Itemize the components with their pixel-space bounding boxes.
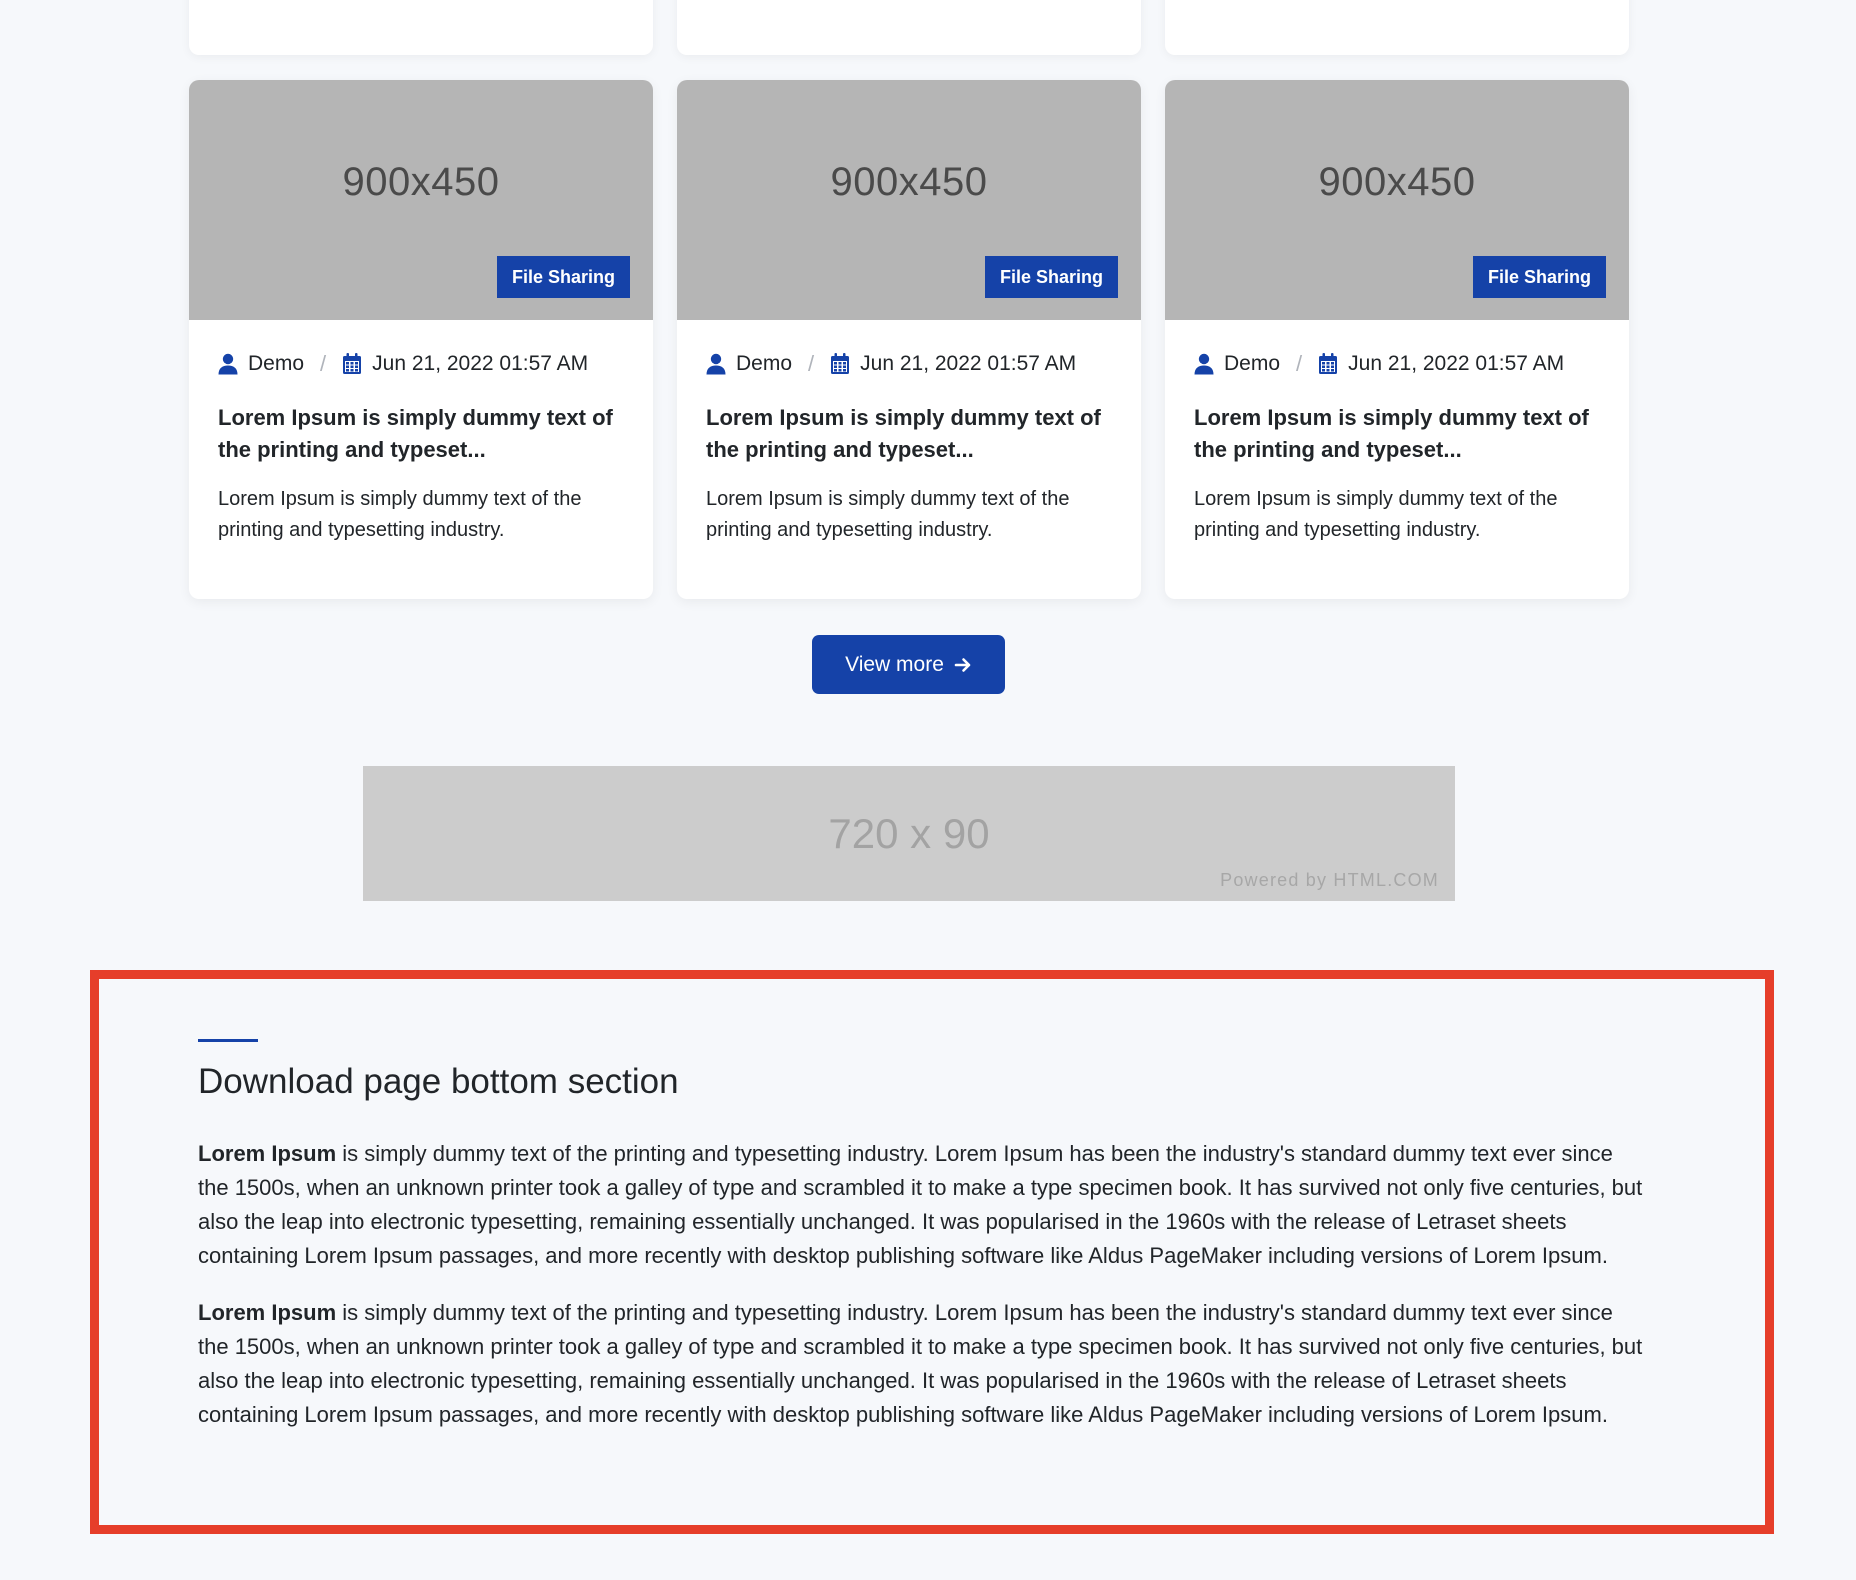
user-icon — [218, 353, 238, 375]
user-icon — [706, 353, 726, 375]
post-excerpt: Lorem Ipsum is simply dummy text of the … — [218, 488, 582, 541]
paragraph-text: is simply dummy text of the printing and… — [198, 1141, 1643, 1268]
paragraph-lead: Lorem Ipsum — [198, 1300, 337, 1325]
paragraph-lead: Lorem Ipsum — [198, 1141, 337, 1166]
post-title[interactable]: Lorem Ipsum is simply dummy text of the … — [1194, 402, 1599, 466]
ad-powered-by: Powered by HTML.COM — [1220, 870, 1439, 890]
user-icon — [1194, 353, 1214, 375]
post-date: Jun 21, 2022 01:57 AM — [1348, 352, 1565, 375]
meta-separator: / — [320, 351, 327, 376]
category-badge[interactable]: File Sharing — [496, 256, 630, 298]
card-image-placeholder[interactable]: 900x450 File Sharing — [189, 80, 653, 320]
arrow-right-icon — [954, 657, 971, 672]
view-more-label: View more — [845, 652, 944, 676]
section-title: Download page bottom section — [198, 1062, 679, 1101]
post-excerpt: Lorem Ipsum is simply dummy text of the … — [1194, 488, 1558, 541]
post-card[interactable]: 900x450 File Sharing Demo / Jun 21, 2022… — [189, 80, 653, 599]
post-title[interactable]: Lorem Ipsum is simply dummy text of the … — [218, 402, 623, 466]
ad-size-label: 720 x 90 — [828, 810, 990, 857]
card-partial[interactable] — [1165, 0, 1629, 55]
card-partial[interactable] — [189, 0, 653, 55]
card-image-placeholder[interactable]: 900x450 File Sharing — [677, 80, 1141, 320]
post-meta: Demo / Jun 21, 2022 01:57 AM — [1194, 350, 1599, 378]
calendar-icon — [831, 353, 850, 374]
meta-separator: / — [808, 351, 815, 376]
post-author[interactable]: Demo — [248, 352, 304, 376]
section-paragraph: Lorem Ipsum is simply dummy text of the … — [198, 1137, 1648, 1273]
paragraph-text: is simply dummy text of the printing and… — [198, 1300, 1643, 1427]
category-badge[interactable]: File Sharing — [1472, 256, 1606, 298]
calendar-icon — [1319, 353, 1338, 374]
view-more-button[interactable]: View more — [812, 635, 1005, 694]
calendar-icon — [343, 353, 362, 374]
post-author[interactable]: Demo — [736, 352, 792, 376]
download-bottom-section: Download page bottom section Lorem Ipsum… — [90, 970, 1774, 1534]
post-excerpt: Lorem Ipsum is simply dummy text of the … — [706, 488, 1070, 541]
post-card[interactable]: 900x450 File Sharing Demo / Jun 21, 2022… — [1165, 80, 1629, 599]
section-paragraph: Lorem Ipsum is simply dummy text of the … — [198, 1296, 1648, 1432]
section-accent-line — [198, 1039, 258, 1042]
meta-separator: / — [1296, 351, 1303, 376]
post-date: Jun 21, 2022 01:57 AM — [372, 352, 589, 375]
post-author[interactable]: Demo — [1224, 352, 1280, 376]
post-date: Jun 21, 2022 01:57 AM — [860, 352, 1077, 375]
post-card[interactable]: 900x450 File Sharing Demo / Jun 21, 2022… — [677, 80, 1141, 599]
post-meta: Demo / Jun 21, 2022 01:57 AM — [706, 350, 1111, 378]
image-size-label: 900x450 — [342, 159, 500, 204]
post-title[interactable]: Lorem Ipsum is simply dummy text of the … — [706, 402, 1111, 466]
image-size-label: 900x450 — [830, 159, 988, 204]
card-partial[interactable] — [677, 0, 1141, 55]
page: 900x450 File Sharing Demo / Jun 21, 2022… — [0, 0, 1856, 1580]
card-image-placeholder[interactable]: 900x450 File Sharing — [1165, 80, 1629, 320]
category-badge[interactable]: File Sharing — [984, 256, 1118, 298]
ad-banner[interactable]: 720 x 90 Powered by HTML.COM — [363, 766, 1455, 901]
image-size-label: 900x450 — [1318, 159, 1476, 204]
post-meta: Demo / Jun 21, 2022 01:57 AM — [218, 350, 623, 378]
